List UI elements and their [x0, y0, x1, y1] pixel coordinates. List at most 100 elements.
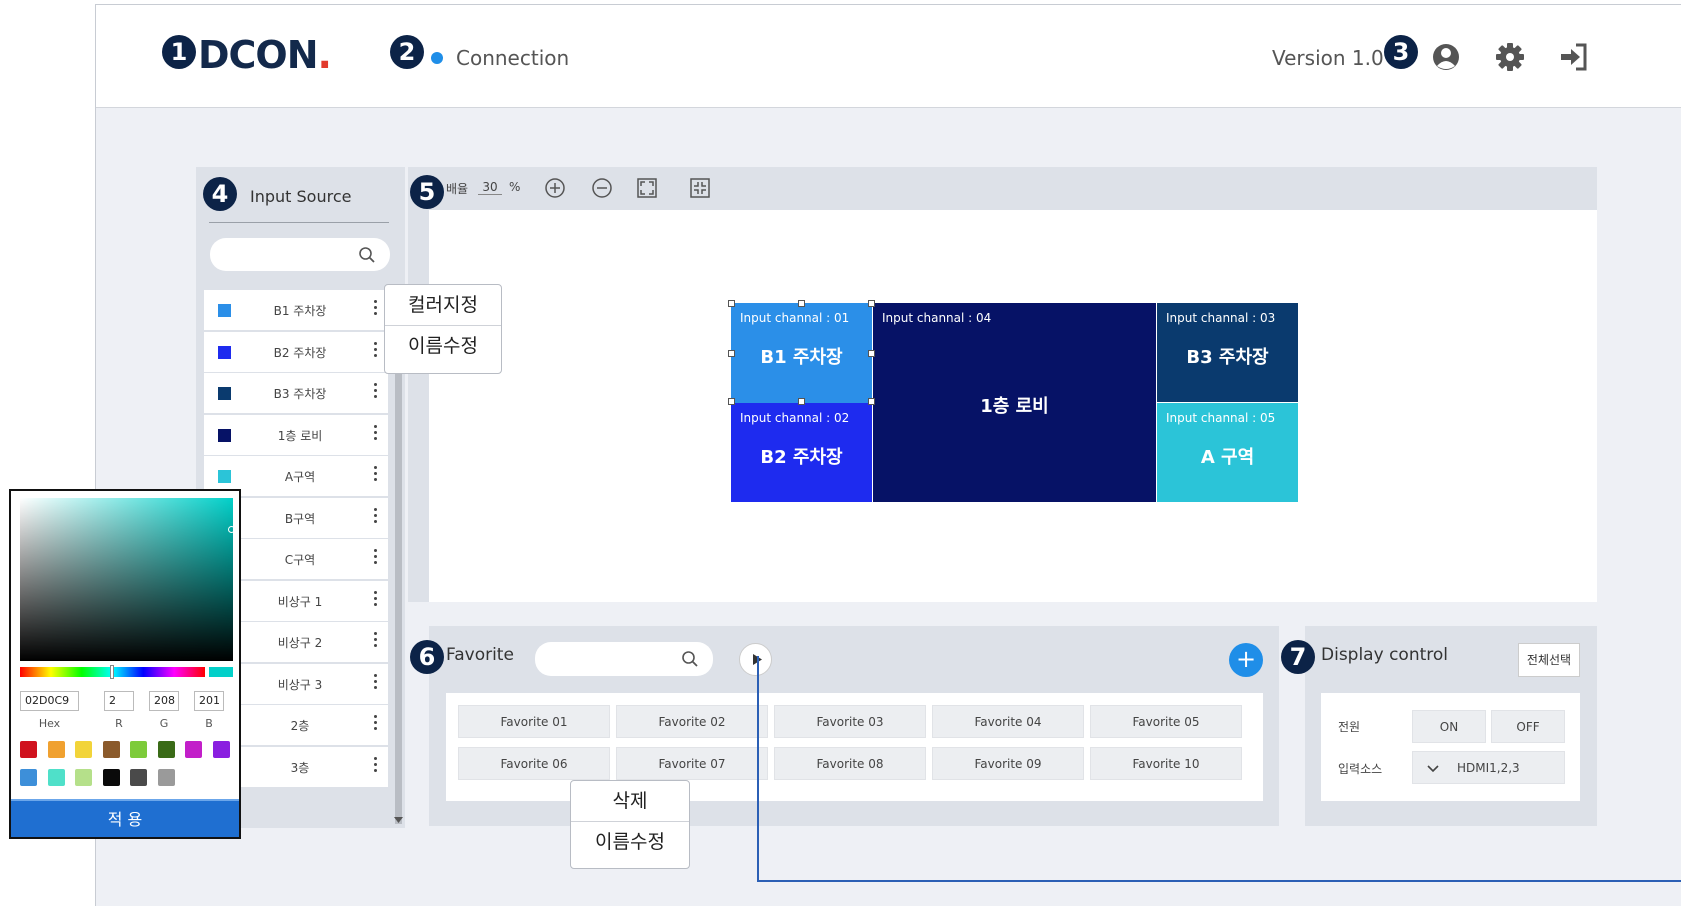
resize-handle[interactable] [868, 398, 875, 405]
more-vertical-icon[interactable] [372, 630, 378, 654]
preset-swatch[interactable] [130, 769, 147, 786]
b-label: B [205, 717, 213, 730]
scrollbar-track[interactable] [395, 296, 402, 824]
preset-swatch[interactable] [102, 769, 120, 786]
tile-channel-label: Input channal : 05 [1166, 411, 1276, 425]
resize-handle[interactable] [798, 398, 805, 405]
preset-swatch[interactable] [20, 769, 37, 786]
logout-icon[interactable] [1558, 41, 1590, 73]
tile-channel-label: Input channal : 03 [1166, 311, 1276, 325]
connection-status-dot [431, 52, 443, 64]
favorite-context-menu: 삭제 이름수정 [570, 780, 690, 869]
scroll-down-arrow-icon[interactable] [394, 815, 403, 824]
input-source-search[interactable] [210, 238, 390, 271]
canvas-tile-b1[interactable]: Input channal : 01 B1 주차장 [731, 303, 872, 403]
badge-5: 5 [410, 175, 444, 209]
more-vertical-icon[interactable] [372, 506, 378, 530]
source-list-item[interactable]: B3 주차장 [204, 373, 388, 414]
favorite-button[interactable]: Favorite 01 [458, 705, 610, 738]
favorite-button[interactable]: Favorite 02 [616, 705, 768, 738]
menu-item-rename[interactable]: 이름수정 [571, 821, 689, 861]
r-input[interactable]: 2 [104, 691, 134, 711]
source-context-menu: 컬러지정 이름수정 [384, 284, 502, 374]
more-vertical-icon[interactable] [372, 423, 378, 447]
more-vertical-icon[interactable] [372, 340, 378, 364]
preset-swatch[interactable] [20, 741, 37, 758]
preset-swatch[interactable] [75, 769, 92, 786]
r-label: R [115, 717, 123, 730]
favorite-button[interactable]: Favorite 07 [616, 747, 768, 780]
preset-swatch[interactable] [185, 741, 202, 758]
source-list-item[interactable]: B1 주차장 [204, 290, 388, 331]
zoom-in-icon[interactable] [544, 177, 566, 199]
source-list-item[interactable]: B2 주차장 [204, 331, 388, 373]
badge-7: 7 [1281, 640, 1315, 674]
preset-swatch[interactable] [47, 769, 65, 786]
hex-input[interactable]: 02D0C9 [20, 691, 79, 711]
search-icon [682, 651, 698, 667]
zoom-unit: % [509, 180, 521, 194]
color-swatch [218, 345, 231, 359]
preset-swatch[interactable] [157, 741, 175, 758]
g-label: G [159, 717, 169, 730]
resize-handle[interactable] [868, 300, 875, 307]
preset-swatch[interactable] [47, 741, 65, 758]
menu-item-rename[interactable]: 이름수정 [385, 325, 501, 365]
preset-swatch[interactable] [157, 769, 175, 786]
more-vertical-icon[interactable] [372, 547, 378, 571]
canvas-tile-a[interactable]: Input channal : 05 A 구역 [1157, 403, 1298, 502]
logo: DCON. [198, 33, 332, 77]
tile-name: B3 주차장 [1186, 347, 1269, 368]
more-vertical-icon[interactable] [372, 298, 378, 322]
saturation-cursor[interactable] [228, 526, 235, 533]
resize-handle[interactable] [798, 300, 805, 307]
badge-2: 2 [390, 35, 424, 69]
preset-swatch[interactable] [102, 741, 120, 758]
source-item-label: A구역 [284, 470, 316, 484]
source-item-label: B1 주차장 [273, 304, 327, 318]
preset-swatch[interactable] [212, 741, 230, 758]
tile-name: A 구역 [1200, 447, 1255, 468]
divider [209, 222, 389, 223]
more-vertical-icon[interactable] [372, 381, 378, 405]
canvas-tile-b2[interactable]: Input channal : 02 B2 주차장 [731, 403, 872, 502]
hue-slider-thumb[interactable] [110, 665, 114, 679]
more-vertical-icon[interactable] [372, 464, 378, 488]
color-swatch [218, 470, 231, 483]
apply-button[interactable]: 적 용 [11, 799, 239, 837]
user-circle-icon[interactable] [1430, 41, 1462, 73]
gear-icon[interactable] [1494, 41, 1526, 73]
zoom-out-icon[interactable] [591, 177, 613, 199]
resize-handle[interactable] [728, 350, 735, 357]
preset-swatch[interactable] [75, 741, 92, 758]
source-item-label: 1층 로비 [277, 428, 323, 443]
more-vertical-icon[interactable] [372, 589, 378, 613]
favorite-button[interactable]: Favorite 06 [458, 747, 610, 780]
zoom-input[interactable]: 30 [478, 180, 502, 195]
g-input[interactable]: 208 [149, 691, 179, 711]
color-picker: 02D0C9 2 208 201 Hex R G B 적 용 [9, 489, 241, 839]
more-vertical-icon[interactable] [372, 672, 378, 696]
tile-name: B1 주차장 [760, 347, 843, 368]
resize-handle[interactable] [868, 350, 875, 357]
fit-screen-icon[interactable] [636, 177, 658, 199]
canvas-tile-lobby[interactable]: Input channal : 04 1층 로비 [873, 303, 1156, 502]
saturation-area[interactable] [20, 498, 233, 661]
tile-channel-label: Input channal : 01 [740, 311, 850, 325]
resize-handle[interactable] [728, 300, 735, 307]
source-list-item[interactable]: 1층 로비 [204, 414, 388, 456]
b-input[interactable]: 201 [194, 691, 224, 711]
shrink-screen-icon[interactable] [689, 177, 711, 199]
menu-item-delete[interactable]: 삭제 [571, 781, 689, 821]
more-vertical-icon[interactable] [372, 755, 378, 779]
resize-handle[interactable] [728, 398, 735, 405]
preset-swatch[interactable] [130, 741, 147, 758]
search-icon [359, 247, 375, 263]
more-vertical-icon[interactable] [372, 713, 378, 737]
current-color-swatch [209, 667, 233, 677]
connector-line [757, 656, 1681, 882]
favorite-search[interactable] [535, 642, 713, 676]
menu-item-set-color[interactable]: 컬러지정 [385, 285, 501, 325]
hex-label: Hex [38, 717, 61, 730]
canvas-tile-b3[interactable]: Input channal : 03 B3 주차장 [1157, 303, 1298, 402]
